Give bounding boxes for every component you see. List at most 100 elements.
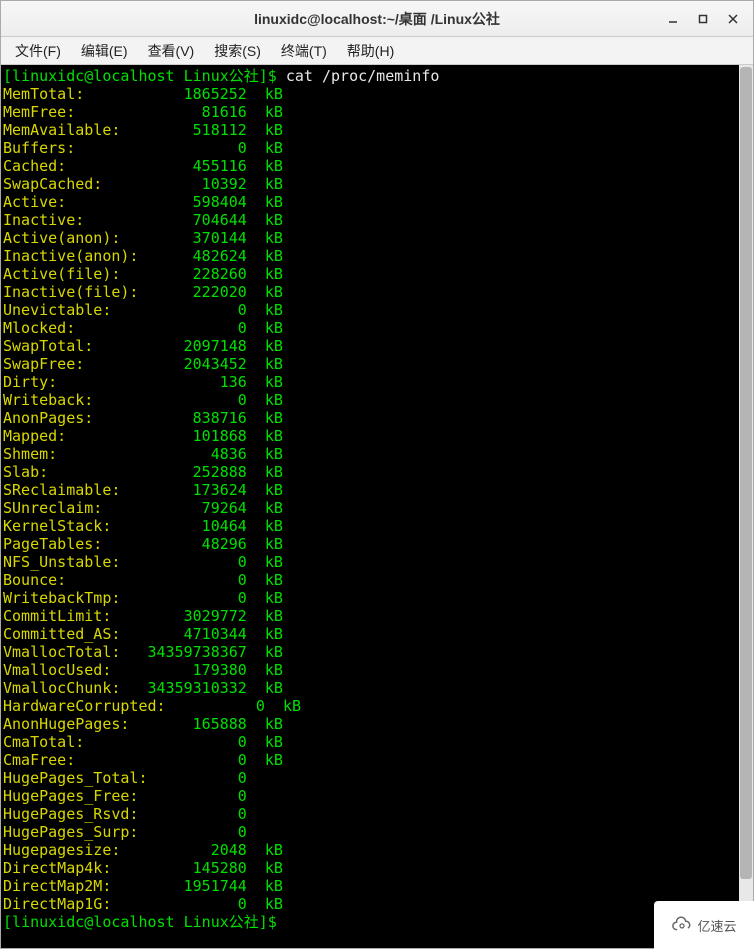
meminfo-key: SUnreclaim: [3, 499, 148, 517]
meminfo-row: VmallocTotal: 34359738367 kB [3, 643, 737, 661]
meminfo-key: CmaTotal: [3, 733, 148, 751]
meminfo-key: VmallocUsed: [3, 661, 148, 679]
meminfo-value: 0 [148, 805, 247, 823]
meminfo-value: 482624 [148, 247, 247, 265]
meminfo-value: 101868 [148, 427, 247, 445]
meminfo-value: 2048 [148, 841, 247, 859]
meminfo-value: 179380 [148, 661, 247, 679]
meminfo-row: Buffers: 0 kB [3, 139, 737, 157]
meminfo-row: Unevictable: 0 kB [3, 301, 737, 319]
meminfo-row: Mlocked: 0 kB [3, 319, 737, 337]
meminfo-key: HugePages_Total: [3, 769, 148, 787]
meminfo-row: DirectMap4k: 145280 kB [3, 859, 737, 877]
prompt-userhost: linuxidc@localhost [12, 67, 175, 85]
menu-view[interactable]: 查看(V) [138, 38, 205, 64]
meminfo-value: 0 [148, 895, 247, 913]
scrollbar-thumb[interactable] [740, 67, 752, 879]
meminfo-value: 48296 [148, 535, 247, 553]
scrollbar-track[interactable] [739, 65, 753, 948]
meminfo-value: 0 [148, 319, 247, 337]
meminfo-key: VmallocTotal: [3, 643, 148, 661]
meminfo-key: Bounce: [3, 571, 148, 589]
meminfo-key: Inactive: [3, 211, 148, 229]
meminfo-value: 4710344 [148, 625, 247, 643]
meminfo-value: 34359310332 [148, 679, 247, 697]
meminfo-row: SReclaimable: 173624 kB [3, 481, 737, 499]
meminfo-key: AnonHugePages: [3, 715, 148, 733]
prompt-userhost: linuxidc@localhost [12, 913, 175, 931]
meminfo-row: Inactive(anon): 482624 kB [3, 247, 737, 265]
meminfo-key: HardwareCorrupted: [3, 697, 166, 715]
meminfo-key: SReclaimable: [3, 481, 148, 499]
meminfo-value: 0 [148, 733, 247, 751]
menu-search[interactable]: 搜索(S) [204, 38, 271, 64]
terminal-window: linuxidc@localhost:~/桌面 /Linux公社 文件(F) 编… [0, 0, 754, 949]
meminfo-value: 0 [148, 571, 247, 589]
meminfo-key: CommitLimit: [3, 607, 148, 625]
meminfo-row: Dirty: 136 kB [3, 373, 737, 391]
meminfo-row: VmallocChunk: 34359310332 kB [3, 679, 737, 697]
meminfo-key: Slab: [3, 463, 148, 481]
meminfo-key: WritebackTmp: [3, 589, 148, 607]
meminfo-key: Committed_AS: [3, 625, 148, 643]
meminfo-value: 79264 [148, 499, 247, 517]
meminfo-key: Mapped: [3, 427, 148, 445]
meminfo-row: CmaFree: 0 kB [3, 751, 737, 769]
meminfo-value: 10392 [148, 175, 247, 193]
minimize-button[interactable] [659, 7, 687, 31]
meminfo-key: CmaFree: [3, 751, 148, 769]
meminfo-key: Hugepagesize: [3, 841, 148, 859]
meminfo-key: MemTotal: [3, 85, 148, 103]
meminfo-value: 34359738367 [148, 643, 247, 661]
meminfo-row: Active(file): 228260 kB [3, 265, 737, 283]
meminfo-key: HugePages_Surp: [3, 823, 148, 841]
meminfo-value: 0 [148, 553, 247, 571]
meminfo-key: PageTables: [3, 535, 148, 553]
meminfo-key: MemFree: [3, 103, 148, 121]
meminfo-row: HugePages_Total: 0 [3, 769, 737, 787]
prompt-open: [ [3, 67, 12, 85]
command-text: cat /proc/meminfo [286, 67, 440, 85]
meminfo-row: SwapFree: 2043452 kB [3, 355, 737, 373]
cloud-icon [671, 916, 693, 934]
meminfo-row: MemAvailable: 518112 kB [3, 121, 737, 139]
meminfo-key: DirectMap4k: [3, 859, 148, 877]
meminfo-value: 598404 [148, 193, 247, 211]
meminfo-row: MemTotal: 1865252 kB [3, 85, 737, 103]
meminfo-key: DirectMap2M: [3, 877, 148, 895]
meminfo-key: Writeback: [3, 391, 148, 409]
meminfo-value: 3029772 [148, 607, 247, 625]
menu-file[interactable]: 文件(F) [5, 38, 71, 64]
meminfo-row: AnonPages: 838716 kB [3, 409, 737, 427]
meminfo-key: SwapCached: [3, 175, 148, 193]
meminfo-row: NFS_Unstable: 0 kB [3, 553, 737, 571]
menu-terminal[interactable]: 终端(T) [271, 38, 337, 64]
terminal-output[interactable]: [linuxidc@localhost Linux公社]$ cat /proc/… [1, 65, 739, 948]
watermark: 亿速云 [654, 901, 754, 949]
meminfo-row: SwapTotal: 2097148 kB [3, 337, 737, 355]
meminfo-row: Inactive: 704644 kB [3, 211, 737, 229]
meminfo-key: HugePages_Rsvd: [3, 805, 148, 823]
meminfo-key: VmallocChunk: [3, 679, 148, 697]
terminal-area: [linuxidc@localhost Linux公社]$ cat /proc/… [1, 65, 753, 948]
meminfo-row: Active: 598404 kB [3, 193, 737, 211]
meminfo-row: Inactive(file): 222020 kB [3, 283, 737, 301]
prompt-cwd: Linux公社 [184, 67, 259, 85]
meminfo-key: DirectMap1G: [3, 895, 148, 913]
menu-help[interactable]: 帮助(H) [337, 38, 404, 64]
meminfo-key: MemAvailable: [3, 121, 148, 139]
meminfo-row: Cached: 455116 kB [3, 157, 737, 175]
meminfo-value: 145280 [148, 859, 247, 877]
maximize-button[interactable] [689, 7, 717, 31]
close-button[interactable] [719, 7, 747, 31]
meminfo-key: Active: [3, 193, 148, 211]
meminfo-value: 10464 [148, 517, 247, 535]
window-titlebar[interactable]: linuxidc@localhost:~/桌面 /Linux公社 [1, 1, 753, 37]
meminfo-value: 704644 [148, 211, 247, 229]
meminfo-value: 252888 [148, 463, 247, 481]
meminfo-key: Cached: [3, 157, 148, 175]
meminfo-row: HugePages_Rsvd: 0 [3, 805, 737, 823]
window-controls [659, 1, 747, 37]
menu-edit[interactable]: 编辑(E) [71, 38, 138, 64]
meminfo-value: 1865252 [148, 85, 247, 103]
